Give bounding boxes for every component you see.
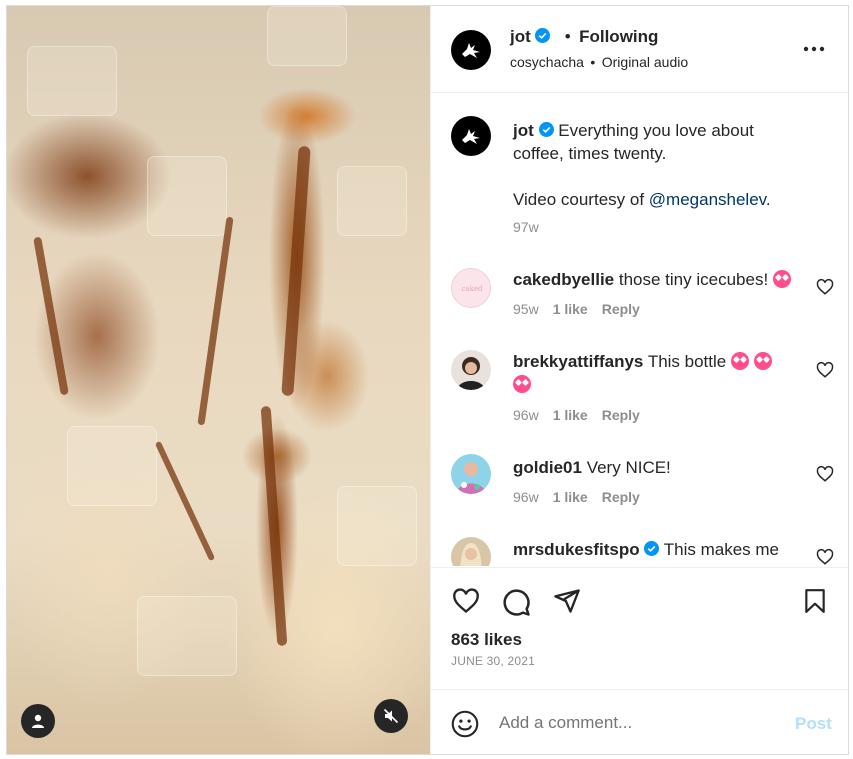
heart-icon[interactable] bbox=[816, 548, 834, 566]
ice-cube bbox=[337, 486, 417, 566]
reply-button[interactable]: Reply bbox=[602, 301, 640, 317]
smile-icon[interactable] bbox=[451, 710, 479, 738]
ice-cube bbox=[27, 46, 117, 116]
comment-likes[interactable]: 1 like bbox=[553, 489, 588, 505]
bookmark-icon[interactable] bbox=[802, 587, 828, 615]
ice-cube bbox=[67, 426, 157, 506]
comment-likes[interactable]: 1 like bbox=[553, 407, 588, 423]
heart-icon[interactable] bbox=[816, 278, 834, 296]
comment-meta: 95w 1 like Reply bbox=[513, 301, 654, 317]
heart-eyes-emoji bbox=[513, 375, 531, 393]
author-username[interactable]: jot bbox=[510, 27, 531, 46]
post-header: jot • Following cosychacha • Original au… bbox=[431, 6, 848, 93]
video-media[interactable] bbox=[7, 6, 430, 754]
heart-icon[interactable] bbox=[816, 465, 834, 483]
follow-status-button[interactable]: Following bbox=[579, 27, 658, 46]
avatar-logo-icon: caked bbox=[462, 285, 483, 293]
avatar[interactable]: caked bbox=[451, 268, 491, 308]
heart-eyes-emoji bbox=[730, 352, 749, 370]
comment-text: Very NICE! bbox=[586, 458, 671, 477]
caption-text: jot Everything you love about coffee, ti… bbox=[513, 119, 833, 211]
mute-button[interactable] bbox=[374, 699, 408, 733]
comment-username[interactable]: brekkyattiffanys bbox=[513, 352, 643, 371]
heart-eyes-emoji bbox=[772, 270, 791, 288]
ice-cube bbox=[337, 166, 407, 236]
comment-username[interactable]: cakedbyellie bbox=[513, 270, 614, 289]
comment-text: those tiny icecubes! bbox=[618, 270, 769, 289]
mute-icon bbox=[383, 708, 399, 724]
post-date[interactable]: JUNE 30, 2021 bbox=[451, 654, 535, 668]
credit-mention-link[interactable]: @meganshelev bbox=[649, 190, 766, 209]
add-comment-bar: Post bbox=[431, 689, 848, 754]
comment-meta: 96w 1 like Reply bbox=[513, 407, 654, 423]
comment-meta: 96w 1 like Reply bbox=[513, 489, 654, 505]
avatar[interactable] bbox=[451, 454, 491, 494]
caption-avatar[interactable] bbox=[451, 116, 491, 156]
reply-button[interactable]: Reply bbox=[602, 489, 640, 505]
caption-age[interactable]: 97w bbox=[513, 219, 539, 235]
verified-icon bbox=[535, 28, 551, 43]
more-icon[interactable] bbox=[803, 46, 825, 52]
coffee-streak bbox=[197, 216, 234, 426]
verified-icon bbox=[538, 122, 554, 137]
comment-likes[interactable]: 1 like bbox=[553, 301, 588, 317]
caption-line-2: coffee, times twenty. bbox=[513, 144, 667, 163]
audio-label[interactable]: Original audio bbox=[602, 54, 688, 70]
reply-button[interactable]: Reply bbox=[602, 407, 640, 423]
post-card: jot • Following cosychacha • Original au… bbox=[6, 5, 849, 755]
coffee-streak bbox=[154, 440, 216, 562]
ice-cube bbox=[147, 156, 227, 236]
rabbit-logo-icon bbox=[462, 129, 480, 144]
caption-line-1: Everything you love about bbox=[558, 121, 754, 140]
share-icon[interactable] bbox=[552, 587, 582, 615]
comment-age[interactable]: 96w bbox=[513, 489, 539, 505]
rabbit-logo-icon bbox=[462, 43, 480, 58]
avatar-photo-icon bbox=[460, 543, 482, 566]
audio-user[interactable]: cosychacha bbox=[510, 54, 584, 70]
comment-input[interactable] bbox=[499, 710, 779, 736]
heart-eyes-emoji bbox=[753, 352, 772, 370]
avatar[interactable] bbox=[451, 537, 491, 566]
ice-cube bbox=[267, 6, 347, 66]
heart-icon[interactable] bbox=[816, 361, 834, 379]
comment-username[interactable]: mrsdukesfitspo bbox=[513, 540, 640, 559]
avatar[interactable] bbox=[451, 350, 491, 390]
comments-list[interactable]: jot Everything you love about coffee, ti… bbox=[431, 94, 848, 566]
caption-username[interactable]: jot bbox=[513, 121, 534, 140]
author-avatar[interactable] bbox=[451, 30, 491, 70]
comment-username[interactable]: goldie01 bbox=[513, 458, 582, 477]
comment-text: This bottle bbox=[647, 352, 727, 371]
user-icon bbox=[32, 714, 44, 728]
avatar-photo-icon bbox=[456, 462, 486, 494]
caption-credit: Video courtesy of bbox=[513, 190, 649, 209]
avatar-photo-icon bbox=[457, 357, 485, 390]
verified-icon bbox=[644, 541, 660, 556]
heart-icon[interactable] bbox=[451, 587, 481, 615]
ice-cube bbox=[137, 596, 237, 676]
post-panel: jot • Following cosychacha • Original au… bbox=[430, 6, 848, 754]
likes-count[interactable]: 863 likes bbox=[451, 630, 522, 650]
caption-credit-suffix: . bbox=[765, 190, 771, 209]
comment-icon[interactable] bbox=[501, 587, 531, 617]
header-separator: • bbox=[564, 27, 571, 46]
user-tags-button[interactable] bbox=[21, 704, 55, 738]
action-bar: 863 likes JUNE 30, 2021 bbox=[431, 567, 848, 689]
svg-text:caked: caked bbox=[462, 285, 483, 293]
coffee-streak bbox=[281, 145, 311, 397]
coffee-streak bbox=[260, 405, 288, 647]
comment-age[interactable]: 96w bbox=[513, 407, 539, 423]
comment-age[interactable]: 95w bbox=[513, 301, 539, 317]
audio-separator: • bbox=[590, 54, 596, 70]
coffee-streak bbox=[33, 236, 69, 396]
post-button[interactable]: Post bbox=[795, 714, 832, 734]
